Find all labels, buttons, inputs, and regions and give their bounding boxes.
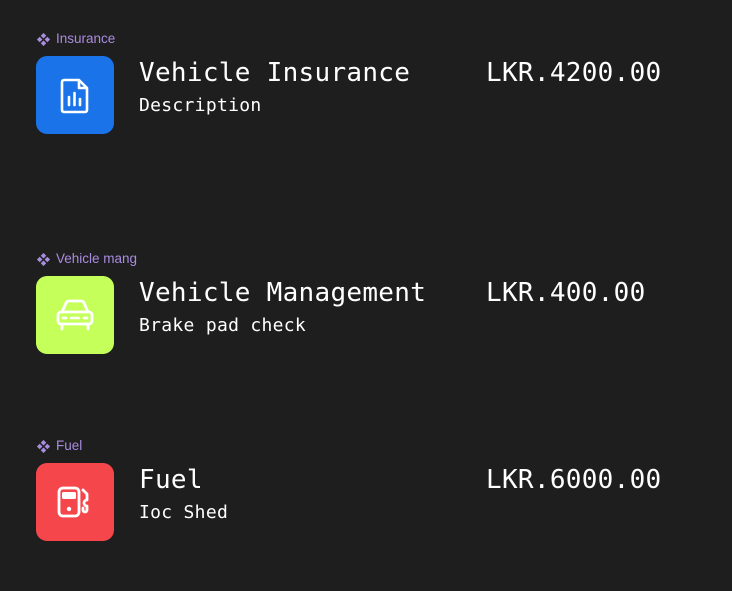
item-subtitle: Ioc Shed [139,502,229,523]
component-label: Fuel [37,438,82,454]
car-icon [56,299,94,331]
item-amount: LKR.6000.00 [486,465,662,495]
item-title: Fuel [139,465,203,495]
fuel-pump-icon [57,486,89,518]
component-label-text: Fuel [56,438,83,453]
item-subtitle: Description [139,95,262,116]
component-icon [37,32,50,46]
category-tile [36,463,114,541]
item-title: Vehicle Insurance [139,58,411,88]
item-amount: LKR.4200.00 [486,58,662,88]
component-icon [37,252,50,266]
item-subtitle: Brake pad check [139,315,307,336]
item-amount: LKR.400.00 [486,278,646,308]
component-label-text: Insurance [56,31,116,46]
component-label-text: Vehicle mang [56,251,138,266]
category-tile [36,56,114,134]
item-title: Vehicle Management [139,278,427,308]
category-tile [36,276,114,354]
component-label: Insurance [37,31,115,47]
component-icon [37,439,50,453]
report-chart-icon [60,78,89,114]
component-label: Vehicle mang [37,251,137,267]
